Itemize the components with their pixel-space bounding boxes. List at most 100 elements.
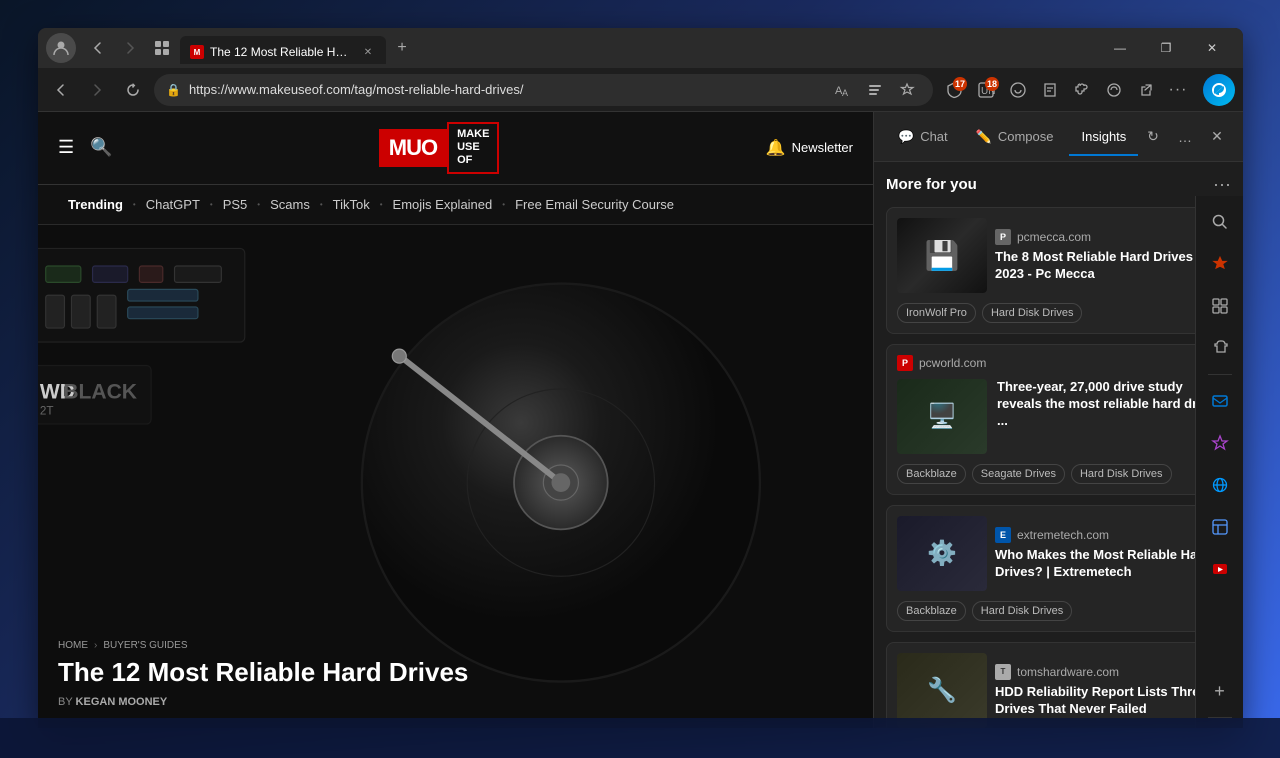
title-bar: M The 12 Most Reliable Hard Drive... ✕ +…	[38, 28, 1243, 68]
newsletter-label: Newsletter	[792, 140, 853, 155]
address-bar[interactable]: 🔒 https://www.makeuseof.com/tag/most-rel…	[154, 74, 933, 106]
profile-button[interactable]	[46, 33, 76, 63]
svg-text:2T: 2T	[40, 404, 54, 417]
bing-panel-content[interactable]: More for you ··· 💾 P pcmec	[874, 162, 1243, 728]
tag-hdd-3[interactable]: Hard Disk Drives	[972, 601, 1073, 621]
bing-tab-chat[interactable]: 💬 Chat	[886, 123, 960, 151]
translate-button[interactable]: A A	[829, 76, 857, 104]
collections-icon[interactable]	[1035, 75, 1065, 105]
share-icon[interactable]	[1131, 75, 1161, 105]
sidebar-designer-icon[interactable]	[1202, 425, 1238, 461]
active-tab[interactable]: M The 12 Most Reliable Hard Drive... ✕	[180, 36, 386, 64]
browser-sync-icon[interactable]	[1099, 75, 1129, 105]
close-panel-button[interactable]: ✕	[1203, 123, 1231, 151]
nav-email-security[interactable]: Free Email Security Course	[505, 193, 684, 216]
sidebar-search-icon[interactable]	[1202, 204, 1238, 240]
insight-card-4-info: T tomshardware.com HDD Reliability Repor…	[995, 664, 1220, 718]
insight-card-4[interactable]: 🔧 T tomshardware.com HDD Reliability Rep…	[886, 642, 1231, 728]
favorites-star-button[interactable]	[893, 76, 921, 104]
minimize-button[interactable]: —	[1097, 32, 1143, 64]
chat-icon: 💬	[898, 129, 914, 145]
back-nav-button[interactable]	[84, 34, 112, 62]
new-tab-button[interactable]: +	[388, 34, 416, 62]
panel-more-button[interactable]: …	[1171, 123, 1199, 151]
notification-icon[interactable]: UN 18	[971, 75, 1001, 105]
bing-tabs: 💬 Chat ✏️ Compose Insights	[886, 123, 1139, 151]
muo-text-line3: OF	[457, 154, 489, 167]
section-more-button[interactable]: ···	[1213, 174, 1231, 195]
bing-tab-insights[interactable]: Insights	[1069, 123, 1138, 150]
maximize-button[interactable]: ❐	[1143, 32, 1189, 64]
sidebar-extensions-icon[interactable]	[1202, 330, 1238, 366]
sidebar-workspaces-icon[interactable]	[1202, 509, 1238, 545]
nav-trending[interactable]: Trending	[58, 193, 133, 216]
nav-chatgpt[interactable]: ChatGPT	[136, 193, 210, 216]
newsletter-button[interactable]: 🔔 Newsletter	[766, 138, 853, 158]
bing-copilot-button[interactable]	[1203, 74, 1235, 106]
refresh-button[interactable]	[118, 75, 148, 105]
tag-seagate-2[interactable]: Seagate Drives	[972, 464, 1065, 484]
tag-hdd-2[interactable]: Hard Disk Drives	[1071, 464, 1172, 484]
article-author: BY KEGAN MOONEY	[58, 696, 468, 708]
toolbar-icons: 17 UN 18	[939, 75, 1193, 105]
read-mode-button[interactable]	[861, 76, 889, 104]
insight-card-3[interactable]: ⚙️ E extremetech.com Who Makes the Most …	[886, 505, 1231, 632]
author-name: KEGAN MOONEY	[76, 696, 168, 708]
tag-backblaze-2[interactable]: Backblaze	[897, 464, 966, 484]
insight-card-2[interactable]: P pcworld.com 🖥️ Three-year, 27,000 driv…	[886, 344, 1231, 495]
bing-tab-compose[interactable]: ✏️ Compose	[964, 123, 1066, 151]
tag-hdd-1[interactable]: Hard Disk Drives	[982, 303, 1083, 323]
nav-scams[interactable]: Scams	[260, 193, 320, 216]
web-content: ☰ 🔍 MUO MAKE USE OF	[38, 112, 873, 728]
breadcrumb-section: BUYER'S GUIDES	[103, 640, 187, 651]
tab-favicon: M	[190, 45, 204, 59]
pcworld-thumb: 🖥️	[897, 379, 987, 454]
insight-card-1-info: P pcmecca.com The 8 Most Reliable Hard D…	[995, 229, 1220, 283]
muo-header: ☰ 🔍 MUO MAKE USE OF	[38, 112, 873, 185]
nav-tiktok[interactable]: TikTok	[323, 193, 380, 216]
refresh-panel-button[interactable]: ↻	[1139, 123, 1167, 151]
hamburger-menu[interactable]: ☰	[58, 137, 74, 158]
tab-close-button[interactable]: ✕	[360, 44, 376, 60]
sidebar-collections-icon[interactable]	[1202, 288, 1238, 324]
sidebar-add-icon[interactable]: +	[1202, 673, 1238, 709]
tabs-area: M The 12 Most Reliable Hard Drive... ✕ +	[180, 32, 1093, 64]
close-button[interactable]: ✕	[1189, 32, 1235, 64]
address-actions: A A	[829, 76, 921, 104]
sidebar-browser-icon[interactable]	[1202, 467, 1238, 503]
source-favicon-4: T	[995, 664, 1011, 680]
thumb-hdd-1: 💾	[897, 218, 987, 293]
extensions-icon[interactable]	[1067, 75, 1097, 105]
workspaces-button[interactable]	[148, 34, 176, 62]
browser-window: M The 12 Most Reliable Hard Drive... ✕ +…	[38, 28, 1243, 728]
insight-tags-2: Backblaze Seagate Drives Hard Disk Drive…	[887, 464, 1230, 494]
insight-card-3-info: E extremetech.com Who Makes the Most Rel…	[995, 527, 1220, 581]
tag-backblaze-3[interactable]: Backblaze	[897, 601, 966, 621]
tab-title: The 12 Most Reliable Hard Drive...	[210, 45, 350, 59]
site-search-icon[interactable]: 🔍	[90, 137, 112, 158]
tag-ironwolf[interactable]: IronWolf Pro	[897, 303, 976, 323]
sidebar-youtube-icon[interactable]	[1202, 551, 1238, 587]
insight-card-2-body: 🖥️ Three-year, 27,000 drive study reveal…	[897, 379, 1220, 454]
forward-nav-button[interactable]	[116, 34, 144, 62]
insight-card-2-thumb: 🖥️	[897, 379, 987, 454]
sidebar-outlook-icon[interactable]	[1202, 383, 1238, 419]
shield-icon[interactable]: 17	[939, 75, 969, 105]
sidebar-favorites-icon[interactable]	[1202, 246, 1238, 282]
muo-logo[interactable]: MUO MAKE USE OF	[379, 122, 500, 174]
back-button[interactable]	[46, 75, 76, 105]
insight-card-1[interactable]: 💾 P pcmecca.com The 8 Most Reliable Hard…	[886, 207, 1231, 334]
source-favicon-2: P	[897, 355, 913, 371]
muo-hero: WD BLACK 2T HOME › BUYER'S GUIDES	[38, 225, 873, 728]
forward-button[interactable]	[82, 75, 112, 105]
muo-logo-full: MAKE USE OF	[447, 122, 499, 174]
section-header: More for you ···	[886, 174, 1231, 195]
nav-emojis[interactable]: Emojis Explained	[383, 193, 503, 216]
copilot-icon[interactable]	[1003, 75, 1033, 105]
nav-ps5[interactable]: PS5	[213, 193, 258, 216]
lock-icon: 🔒	[166, 83, 181, 97]
author-prefix: BY	[58, 696, 72, 708]
insight-card-4-header: 🔧 T tomshardware.com HDD Reliability Rep…	[887, 643, 1230, 728]
more-button[interactable]: ···	[1163, 75, 1193, 105]
muo-logo-abbr: MUO	[389, 135, 437, 160]
